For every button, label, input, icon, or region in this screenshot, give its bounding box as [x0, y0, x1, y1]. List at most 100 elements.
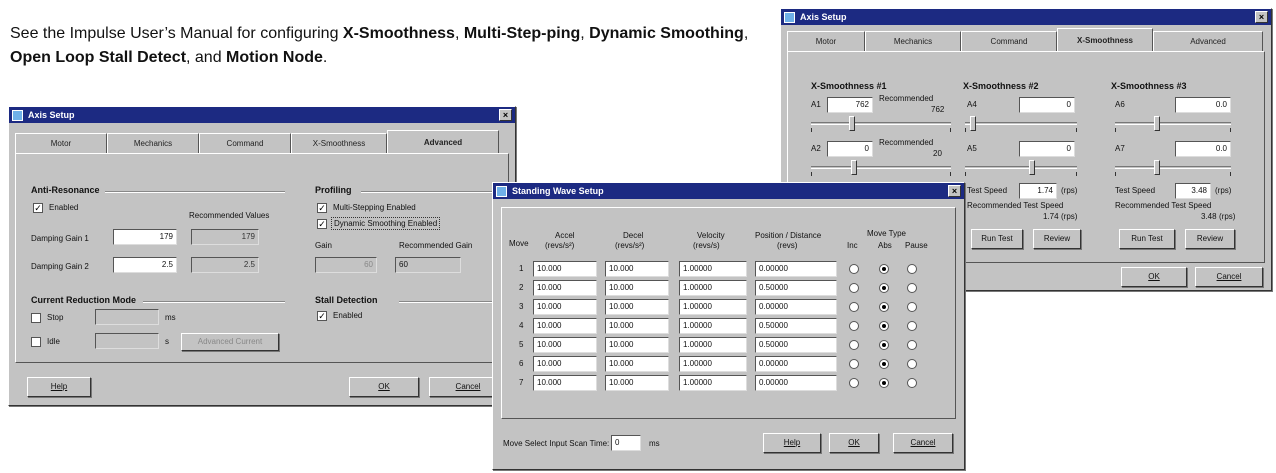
- accel-input[interactable]: 10.000: [533, 356, 597, 372]
- accel-input[interactable]: 10.000: [533, 299, 597, 315]
- a6-slider[interactable]: [1115, 116, 1231, 132]
- position-input[interactable]: 0.50000: [755, 318, 837, 334]
- ok-button[interactable]: OK: [349, 377, 419, 397]
- damping-gain-1-input[interactable]: 179: [113, 229, 177, 245]
- cancel-button[interactable]: Cancel: [893, 433, 953, 453]
- review-button[interactable]: Review: [1185, 229, 1235, 249]
- tab-motor[interactable]: Motor: [787, 31, 865, 51]
- a1-slider[interactable]: [811, 116, 951, 132]
- move-type-pause-radio[interactable]: [907, 359, 917, 369]
- slider-thumb[interactable]: [970, 116, 976, 131]
- ok-button[interactable]: OK: [829, 433, 879, 453]
- close-icon[interactable]: ×: [499, 109, 512, 121]
- velocity-input[interactable]: 1.00000: [679, 280, 747, 296]
- dynamic-smoothing-checkbox[interactable]: ✓: [317, 219, 327, 229]
- damping-gain-2-input[interactable]: 2.5: [113, 257, 177, 273]
- move-type-pause-radio[interactable]: [907, 321, 917, 331]
- move-type-pause-radio[interactable]: [907, 283, 917, 293]
- anti-resonance-enabled-checkbox[interactable]: ✓: [33, 203, 43, 213]
- decel-input[interactable]: 10.000: [605, 337, 669, 353]
- run-test-button[interactable]: Run Test: [971, 229, 1023, 249]
- accel-input[interactable]: 10.000: [533, 375, 597, 391]
- accel-input[interactable]: 10.000: [533, 280, 597, 296]
- slider-thumb[interactable]: [849, 116, 855, 131]
- move-type-abs-radio[interactable]: [879, 283, 889, 293]
- slider-thumb[interactable]: [1154, 116, 1160, 131]
- move-type-inc-radio[interactable]: [849, 359, 859, 369]
- accel-input[interactable]: 10.000: [533, 337, 597, 353]
- run-test-button[interactable]: Run Test: [1119, 229, 1175, 249]
- tab-command[interactable]: Command: [961, 31, 1057, 51]
- a4-slider[interactable]: [965, 116, 1077, 132]
- move-type-inc-radio[interactable]: [849, 321, 859, 331]
- position-input[interactable]: 0.00000: [755, 261, 837, 277]
- help-button[interactable]: Help: [763, 433, 821, 453]
- tab-advanced[interactable]: Advanced: [387, 130, 499, 154]
- close-icon[interactable]: ×: [948, 185, 961, 197]
- position-input[interactable]: 0.50000: [755, 280, 837, 296]
- a4-input[interactable]: 0: [1019, 97, 1075, 113]
- tab-x-smoothness[interactable]: X-Smoothness: [1057, 28, 1153, 52]
- stop-checkbox[interactable]: [31, 313, 41, 323]
- decel-input[interactable]: 10.000: [605, 356, 669, 372]
- decel-input[interactable]: 10.000: [605, 299, 669, 315]
- multi-stepping-checkbox[interactable]: ✓: [317, 203, 327, 213]
- velocity-input[interactable]: 1.00000: [679, 299, 747, 315]
- move-type-inc-radio[interactable]: [849, 378, 859, 388]
- scan-time-input[interactable]: 0: [611, 435, 641, 451]
- tab-motor[interactable]: Motor: [15, 133, 107, 153]
- decel-input[interactable]: 10.000: [605, 261, 669, 277]
- test-speed-input[interactable]: 3.48: [1175, 183, 1211, 199]
- move-type-inc-radio[interactable]: [849, 340, 859, 350]
- tab-mechanics[interactable]: Mechanics: [107, 133, 199, 153]
- move-type-inc-radio[interactable]: [849, 283, 859, 293]
- move-type-abs-radio[interactable]: [879, 378, 889, 388]
- a7-slider[interactable]: [1115, 160, 1231, 176]
- tab-advanced[interactable]: Advanced: [1153, 31, 1263, 51]
- velocity-input[interactable]: 1.00000: [679, 261, 747, 277]
- move-type-pause-radio[interactable]: [907, 302, 917, 312]
- a7-input[interactable]: 0.0: [1175, 141, 1231, 157]
- velocity-input[interactable]: 1.00000: [679, 356, 747, 372]
- move-type-abs-radio[interactable]: [879, 302, 889, 312]
- move-type-abs-radio[interactable]: [879, 264, 889, 274]
- slider-thumb[interactable]: [1154, 160, 1160, 175]
- position-input[interactable]: 0.50000: [755, 337, 837, 353]
- idle-checkbox[interactable]: [31, 337, 41, 347]
- position-input[interactable]: 0.00000: [755, 356, 837, 372]
- a5-input[interactable]: 0: [1019, 141, 1075, 157]
- move-type-pause-radio[interactable]: [907, 378, 917, 388]
- tab-mechanics[interactable]: Mechanics: [865, 31, 961, 51]
- move-type-abs-radio[interactable]: [879, 340, 889, 350]
- a6-input[interactable]: 0.0: [1175, 97, 1231, 113]
- position-input[interactable]: 0.00000: [755, 375, 837, 391]
- slider-thumb[interactable]: [1029, 160, 1035, 175]
- decel-input[interactable]: 10.000: [605, 280, 669, 296]
- move-type-pause-radio[interactable]: [907, 340, 917, 350]
- advanced-current-button[interactable]: Advanced Current: [181, 333, 279, 351]
- a2-slider[interactable]: [811, 160, 951, 176]
- accel-input[interactable]: 10.000: [533, 318, 597, 334]
- tab-x-smoothness[interactable]: X-Smoothness: [291, 133, 387, 153]
- accel-input[interactable]: 10.000: [533, 261, 597, 277]
- stop-time-input[interactable]: [95, 309, 159, 325]
- close-icon[interactable]: ×: [1255, 11, 1268, 23]
- decel-input[interactable]: 10.000: [605, 318, 669, 334]
- slider-thumb[interactable]: [851, 160, 857, 175]
- test-speed-input[interactable]: 1.74: [1019, 183, 1057, 199]
- move-type-abs-radio[interactable]: [879, 321, 889, 331]
- gain-input[interactable]: 60: [315, 257, 377, 273]
- move-type-abs-radio[interactable]: [879, 359, 889, 369]
- stall-detection-checkbox[interactable]: ✓: [317, 311, 327, 321]
- cancel-button[interactable]: Cancel: [1195, 267, 1263, 287]
- velocity-input[interactable]: 1.00000: [679, 337, 747, 353]
- velocity-input[interactable]: 1.00000: [679, 375, 747, 391]
- help-button[interactable]: Help: [27, 377, 91, 397]
- decel-input[interactable]: 10.000: [605, 375, 669, 391]
- a5-slider[interactable]: [965, 160, 1077, 176]
- velocity-input[interactable]: 1.00000: [679, 318, 747, 334]
- move-type-inc-radio[interactable]: [849, 264, 859, 274]
- position-input[interactable]: 0.00000: [755, 299, 837, 315]
- tab-command[interactable]: Command: [199, 133, 291, 153]
- move-type-inc-radio[interactable]: [849, 302, 859, 312]
